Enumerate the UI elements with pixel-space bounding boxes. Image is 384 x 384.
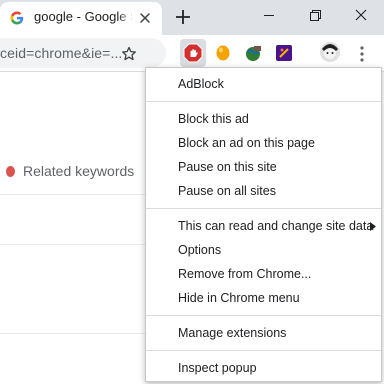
menu-separator [146, 208, 381, 209]
address-bar[interactable]: ceid=chrome&ie=... [0, 38, 166, 68]
url-text: ceid=chrome&ie=... [0, 45, 123, 61]
close-tab-icon[interactable] [137, 10, 153, 26]
chrome-menu-icon[interactable] [355, 44, 369, 64]
menu-header-adblock[interactable]: AdBlock [178, 77, 224, 91]
menu-item-pause-on-all-sites[interactable]: Pause on all sites [178, 184, 276, 198]
divider [0, 244, 150, 245]
avatar[interactable] [320, 41, 340, 63]
related-keywords-label: Related keywords [23, 163, 135, 179]
toolbar: ceid=chrome&ie=... [0, 35, 384, 71]
menu-item-remove-from-chrome[interactable]: Remove from Chrome... [178, 267, 311, 281]
bookmark-star-icon[interactable] [121, 46, 137, 62]
menu-item-inspect-popup[interactable]: Inspect popup [178, 361, 257, 375]
menu-item-block-an-ad[interactable]: Block an ad on this page [178, 136, 315, 150]
tab-google-search[interactable]: google - Google Search [0, 2, 162, 35]
divider [0, 194, 150, 195]
menu-separator [146, 101, 381, 102]
menu-separator [146, 315, 381, 316]
minimize-button[interactable] [246, 0, 292, 30]
menu-item-manage-extensions[interactable]: Manage extensions [178, 326, 286, 340]
adblock-extension-button[interactable] [180, 39, 206, 67]
menu-item-pause-on-site[interactable]: Pause on this site [178, 160, 277, 174]
adblock-context-menu: AdBlock Block this ad Block an ad on thi… [145, 67, 382, 382]
browser-window: google - Google Search ceid=chrome&ie=..… [0, 0, 384, 384]
menu-item-hide-in-menu[interactable]: Hide in Chrome menu [178, 291, 300, 305]
globe-icon[interactable] [243, 43, 263, 63]
submenu-arrow-icon [370, 222, 376, 231]
adblock-icon [183, 43, 203, 63]
red-dot-icon [6, 166, 15, 177]
close-window-button[interactable] [338, 0, 384, 30]
new-tab-button[interactable] [172, 6, 194, 28]
related-keywords[interactable]: Related keywords [6, 163, 134, 179]
menu-item-block-this-ad[interactable]: Block this ad [178, 112, 249, 126]
tab-strip: google - Google Search [0, 0, 384, 35]
menu-item-site-data[interactable]: This can read and change site data [178, 219, 373, 233]
divider [0, 333, 150, 334]
tab-title-fade [118, 6, 134, 28]
orange-circle-icon[interactable] [213, 43, 233, 63]
restore-button[interactable] [292, 0, 338, 30]
menu-item-options[interactable]: Options [178, 243, 221, 257]
menu-separator [146, 350, 381, 351]
purple-square-icon[interactable] [274, 43, 294, 63]
google-favicon-icon [10, 11, 24, 25]
